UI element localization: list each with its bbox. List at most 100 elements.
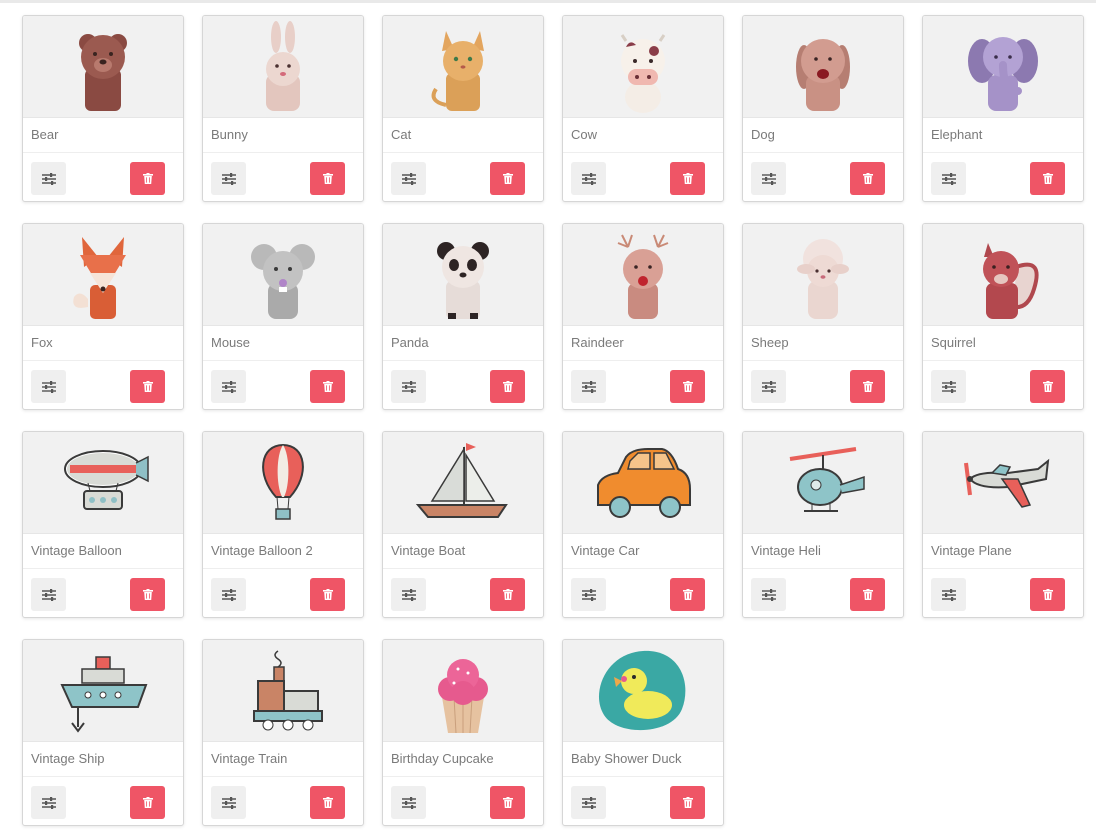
settings-button[interactable] <box>31 578 66 611</box>
delete-button[interactable] <box>670 162 705 195</box>
settings-button[interactable] <box>751 370 786 403</box>
settings-button[interactable] <box>211 162 246 195</box>
delete-button[interactable] <box>490 786 525 819</box>
delete-button[interactable] <box>670 786 705 819</box>
delete-button[interactable] <box>850 162 885 195</box>
sticker-card[interactable]: Baby Shower Duck <box>562 639 724 826</box>
sticker-thumbnail[interactable] <box>23 16 183 118</box>
sliders-icon <box>581 588 596 601</box>
vintage-car-icon <box>597 447 691 518</box>
sticker-thumbnail[interactable] <box>383 640 543 742</box>
sticker-thumbnail[interactable] <box>383 432 543 534</box>
settings-button[interactable] <box>931 370 966 403</box>
sticker-card[interactable]: Vintage Plane <box>922 431 1084 618</box>
delete-button[interactable] <box>670 578 705 611</box>
settings-button[interactable] <box>31 162 66 195</box>
settings-button[interactable] <box>391 370 426 403</box>
sticker-thumbnail[interactable] <box>203 224 363 326</box>
sticker-card[interactable]: Vintage Boat <box>382 431 544 618</box>
trash-icon <box>142 589 153 600</box>
sticker-name: Vintage Car <box>563 534 723 569</box>
delete-button[interactable] <box>130 578 165 611</box>
sticker-card[interactable]: Vintage Train <box>202 639 364 826</box>
sticker-card[interactable]: Cat <box>382 15 544 202</box>
sticker-card[interactable]: Panda <box>382 223 544 410</box>
delete-button[interactable] <box>1030 162 1065 195</box>
sliders-icon <box>941 588 956 601</box>
sticker-thumbnail[interactable] <box>563 224 723 326</box>
sticker-card[interactable]: Cow <box>562 15 724 202</box>
sliders-icon <box>581 380 596 393</box>
sticker-card[interactable]: Mouse <box>202 223 364 410</box>
sticker-thumbnail[interactable] <box>383 224 543 326</box>
settings-button[interactable] <box>391 786 426 819</box>
settings-button[interactable] <box>931 162 966 195</box>
sticker-thumbnail[interactable] <box>23 640 183 742</box>
sticker-name: Vintage Heli <box>743 534 903 569</box>
delete-button[interactable] <box>850 578 885 611</box>
sticker-card[interactable]: Fox <box>22 223 184 410</box>
delete-button[interactable] <box>490 162 525 195</box>
sticker-thumbnail[interactable] <box>203 432 363 534</box>
delete-button[interactable] <box>310 370 345 403</box>
delete-button[interactable] <box>310 786 345 819</box>
delete-button[interactable] <box>310 162 345 195</box>
delete-button[interactable] <box>310 578 345 611</box>
settings-button[interactable] <box>211 370 246 403</box>
settings-button[interactable] <box>31 370 66 403</box>
settings-button[interactable] <box>931 578 966 611</box>
sticker-thumbnail[interactable] <box>743 16 903 118</box>
sticker-card[interactable]: Vintage Balloon 2 <box>202 431 364 618</box>
sticker-thumbnail[interactable] <box>923 16 1083 118</box>
sticker-card[interactable]: Vintage Car <box>562 431 724 618</box>
sticker-card[interactable]: Vintage Ship <box>22 639 184 826</box>
sticker-thumbnail[interactable] <box>23 224 183 326</box>
sticker-card[interactable]: Squirrel <box>922 223 1084 410</box>
sticker-thumbnail[interactable] <box>743 224 903 326</box>
raindeer-icon <box>617 234 669 319</box>
sticker-card[interactable]: Vintage Balloon <box>22 431 184 618</box>
settings-button[interactable] <box>391 162 426 195</box>
delete-button[interactable] <box>1030 370 1065 403</box>
sticker-card[interactable]: Vintage Heli <box>742 431 904 618</box>
card-actions <box>563 777 723 825</box>
settings-button[interactable] <box>391 578 426 611</box>
card-actions <box>203 569 363 617</box>
sticker-thumbnail[interactable] <box>743 432 903 534</box>
settings-button[interactable] <box>31 786 66 819</box>
sticker-card[interactable]: Sheep <box>742 223 904 410</box>
sticker-thumbnail[interactable] <box>563 432 723 534</box>
delete-button[interactable] <box>490 370 525 403</box>
sticker-thumbnail[interactable] <box>203 640 363 742</box>
sticker-thumbnail[interactable] <box>203 16 363 118</box>
vintage-ship-icon <box>60 655 148 733</box>
settings-button[interactable] <box>211 786 246 819</box>
settings-button[interactable] <box>571 786 606 819</box>
delete-button[interactable] <box>670 370 705 403</box>
sticker-thumbnail[interactable] <box>23 432 183 534</box>
sticker-thumbnail[interactable] <box>563 640 723 742</box>
delete-button[interactable] <box>850 370 885 403</box>
delete-button[interactable] <box>1030 578 1065 611</box>
delete-button[interactable] <box>130 370 165 403</box>
sticker-thumbnail[interactable] <box>923 432 1083 534</box>
sticker-card[interactable]: Birthday Cupcake <box>382 639 544 826</box>
delete-button[interactable] <box>130 162 165 195</box>
delete-button[interactable] <box>490 578 525 611</box>
settings-button[interactable] <box>571 370 606 403</box>
sticker-card[interactable]: Elephant <box>922 15 1084 202</box>
sticker-card[interactable]: Bunny <box>202 15 364 202</box>
sticker-card[interactable]: Raindeer <box>562 223 724 410</box>
settings-button[interactable] <box>571 162 606 195</box>
delete-button[interactable] <box>130 786 165 819</box>
sticker-card[interactable]: Bear <box>22 15 184 202</box>
sticker-name: Birthday Cupcake <box>383 742 543 777</box>
settings-button[interactable] <box>211 578 246 611</box>
sticker-thumbnail[interactable] <box>923 224 1083 326</box>
settings-button[interactable] <box>751 162 786 195</box>
sticker-card[interactable]: Dog <box>742 15 904 202</box>
sticker-thumbnail[interactable] <box>563 16 723 118</box>
settings-button[interactable] <box>571 578 606 611</box>
settings-button[interactable] <box>751 578 786 611</box>
sticker-thumbnail[interactable] <box>383 16 543 118</box>
